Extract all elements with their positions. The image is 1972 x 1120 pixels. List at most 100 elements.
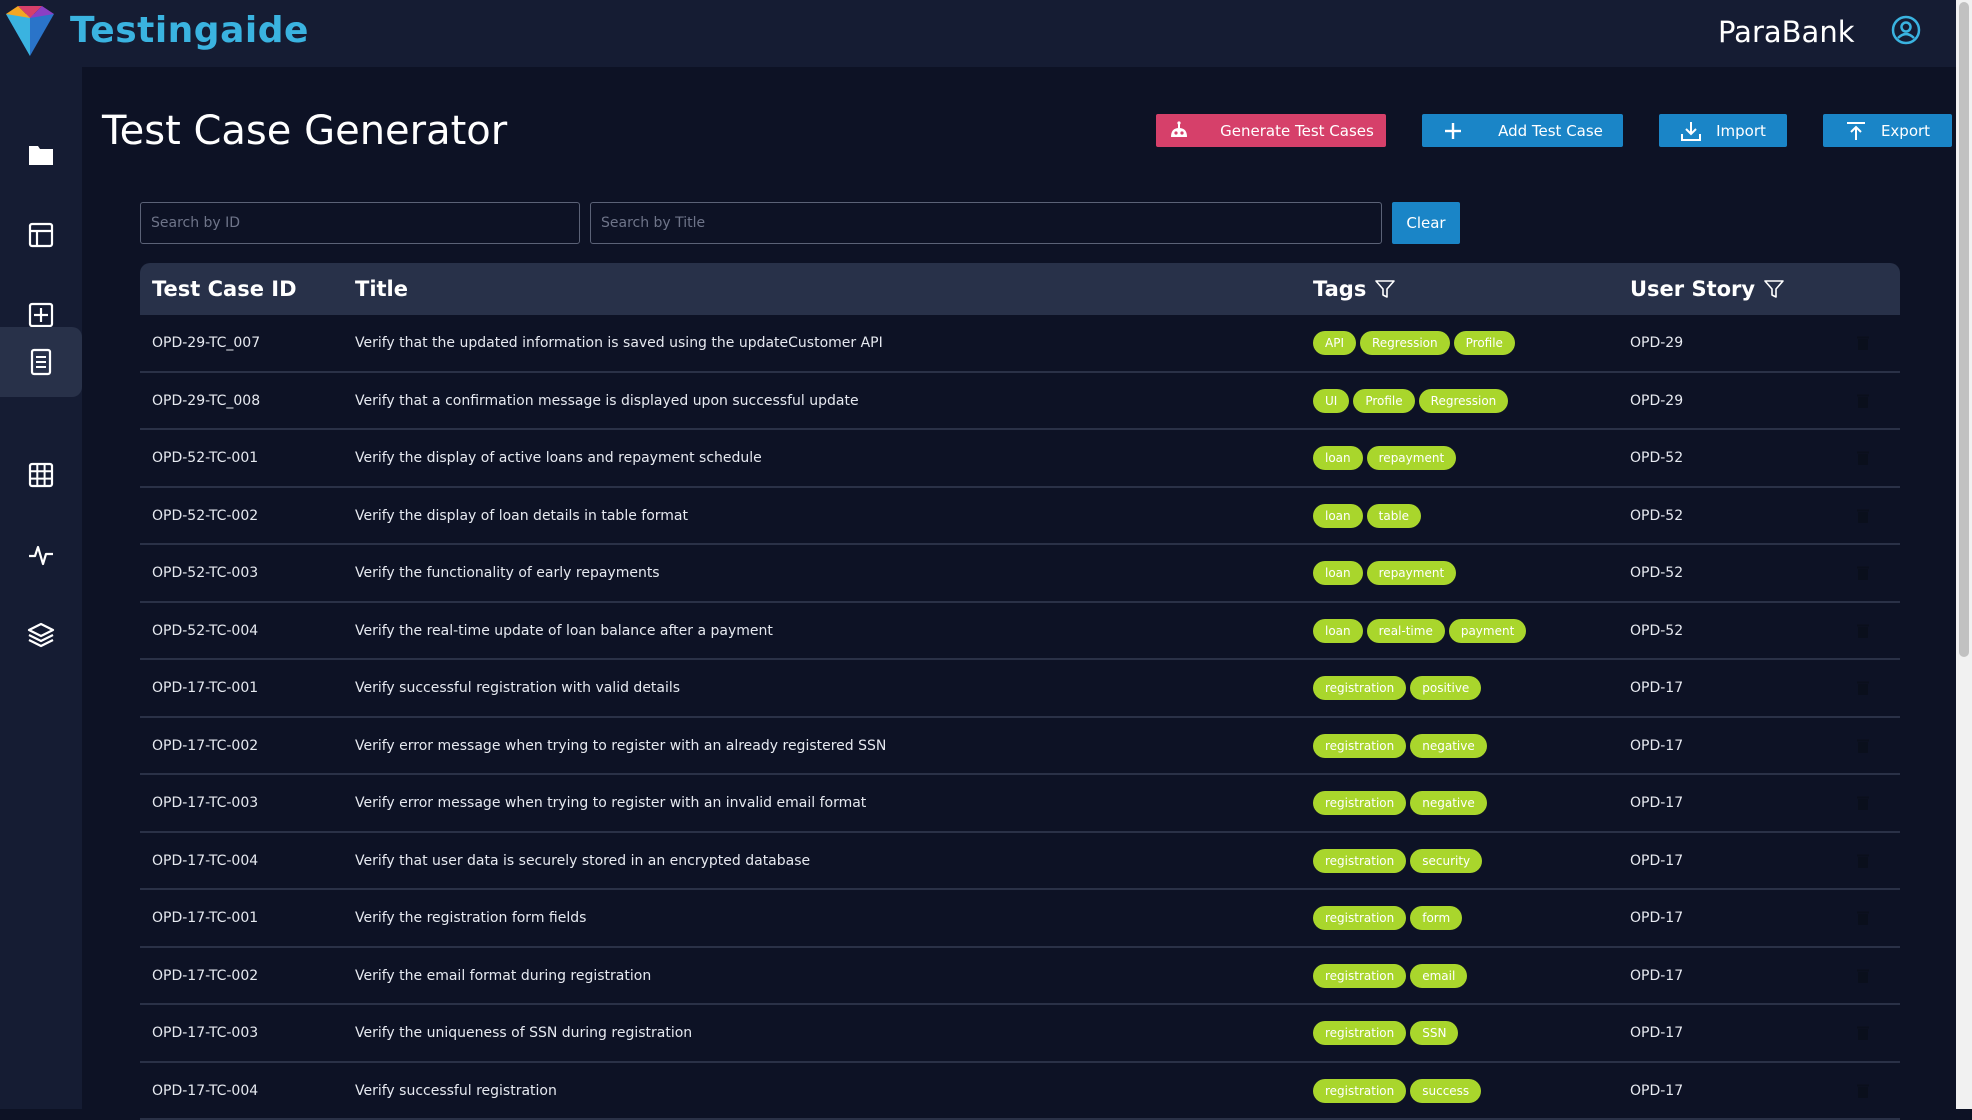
table-row[interactable]: OPD-29-TC_007Verify that the updated inf… [140, 315, 1900, 373]
table-row[interactable]: OPD-17-TC-004 Verify successful registrat… [140, 1063, 1900, 1120]
test-case-id-cell: OPD-29-TC_007 [152, 315, 260, 371]
tag-badge: registration [1313, 906, 1406, 930]
delete-cell [1856, 775, 1870, 831]
tag-badge: registration [1313, 1079, 1406, 1103]
user-circle-icon[interactable] [1890, 14, 1922, 46]
test-case-title-cell: Verify the uniqueness of SSN during regi… [355, 1005, 692, 1061]
tags-cell: registrationSSN [1313, 1005, 1462, 1061]
trash-icon[interactable] [1856, 968, 1870, 984]
table-row[interactable]: OPD-17-TC-001Verify the registration for… [140, 890, 1900, 948]
filter-icon[interactable] [1763, 278, 1785, 300]
delete-cell [1856, 430, 1870, 486]
delete-cell [1856, 1005, 1870, 1061]
sidebar-item-grid[interactable] [0, 440, 82, 510]
sidebar-item-activity[interactable] [0, 520, 82, 590]
test-case-title-cell: Verify the email format during registrat… [355, 948, 651, 1004]
test-case-id-cell: OPD-17-TC-002 [152, 718, 258, 774]
search-by-id-input[interactable] [140, 202, 580, 244]
delete-cell [1856, 545, 1870, 601]
add-test-case-button[interactable]: Add Test Case [1422, 114, 1623, 147]
test-case-title-cell: Verify the functionality of early repaym… [355, 545, 660, 601]
table-row[interactable]: OPD-52-TC-001Verify the display of activ… [140, 430, 1900, 488]
tag-badge: loan [1313, 446, 1363, 470]
robot-icon [1168, 120, 1190, 142]
table-row[interactable]: OPD-17-TC-003Verify error message when t… [140, 775, 1900, 833]
delete-cell [1856, 718, 1870, 774]
user-story-cell: OPD-29 [1630, 373, 1683, 429]
tag-badge: API [1313, 331, 1356, 355]
table-row[interactable]: OPD-17-TC-003Verify the uniqueness of SS… [140, 1005, 1900, 1063]
scroll-thumb[interactable] [1959, 2, 1969, 657]
tag-badge: success [1410, 1079, 1481, 1103]
tag-badge: registration [1313, 676, 1406, 700]
trash-icon[interactable] [1856, 335, 1870, 351]
search-by-title-input[interactable] [590, 202, 1382, 244]
tag-badge: SSN [1410, 1021, 1458, 1045]
test-case-title-cell: Verify that user data is securely stored… [355, 833, 810, 889]
table-row[interactable]: OPD-52-TC-003Verify the functionality of… [140, 545, 1900, 603]
trash-icon[interactable] [1856, 450, 1870, 466]
test-case-title-cell: Verify error message when trying to regi… [355, 718, 886, 774]
table-row[interactable]: OPD-17-TC-002Verify the email format dur… [140, 948, 1900, 1006]
upload-icon [1845, 120, 1867, 142]
trash-icon[interactable] [1856, 910, 1870, 926]
trash-icon[interactable] [1856, 565, 1870, 581]
user-story-cell: OPD-17 [1630, 660, 1683, 716]
page-scrollbar[interactable] [1956, 0, 1972, 1109]
table-row[interactable]: OPD-52-TC-004Verify the real-time update… [140, 603, 1900, 661]
sidebar-item-layout[interactable] [0, 200, 82, 270]
tag-badge: registration [1313, 964, 1406, 988]
trash-icon[interactable] [1856, 393, 1870, 409]
tags-cell: loanreal-timepayment [1313, 603, 1530, 659]
import-button[interactable]: Import [1659, 114, 1787, 147]
activity-icon [26, 540, 56, 570]
trash-icon[interactable] [1856, 738, 1870, 754]
sidebar-item-layers[interactable] [0, 600, 82, 670]
tag-badge: registration [1313, 1021, 1406, 1045]
trash-icon[interactable] [1856, 508, 1870, 524]
test-case-title-cell: Verify successful registration [355, 1063, 557, 1119]
sidebar-item-test-cases[interactable] [0, 327, 82, 397]
sidebar-item-projects[interactable] [0, 120, 82, 190]
import-label: Import [1716, 122, 1766, 140]
table-row[interactable]: OPD-52-TC-002Verify the display of loan … [140, 488, 1900, 546]
table-row[interactable]: OPD-17-TC-002 Verify error message when t… [140, 718, 1900, 776]
header-tags: Tags [1313, 277, 1396, 301]
tag-badge: registration [1313, 734, 1406, 758]
clear-button[interactable]: Clear [1392, 202, 1460, 244]
user-story-cell: OPD-52 [1630, 430, 1683, 486]
trash-icon[interactable] [1856, 1025, 1870, 1041]
filter-icon[interactable] [1374, 278, 1396, 300]
tag-badge: repayment [1367, 561, 1457, 585]
tags-cell: registrationnegative [1313, 718, 1491, 774]
tags-cell: registrationemail [1313, 948, 1471, 1004]
table-row[interactable]: OPD-17-TC-001Verify successful registrat… [140, 660, 1900, 718]
tag-badge: repayment [1367, 446, 1457, 470]
export-button[interactable]: Export [1823, 114, 1952, 147]
trash-icon[interactable] [1856, 680, 1870, 696]
generate-test-cases-button[interactable]: Generate Test Cases [1156, 114, 1386, 147]
tags-cell: registrationform [1313, 890, 1466, 946]
plus-icon [1442, 120, 1464, 142]
delete-cell [1856, 660, 1870, 716]
tag-badge: real-time [1367, 619, 1445, 643]
grid-icon [26, 460, 56, 490]
trash-icon[interactable] [1856, 795, 1870, 811]
user-story-cell: OPD-17 [1630, 1063, 1683, 1119]
test-case-id-cell: OPD-29-TC_008 [152, 373, 260, 429]
test-case-title-cell: Verify that a confirmation message is di… [355, 373, 859, 429]
tag-badge: Profile [1353, 389, 1414, 413]
trash-icon[interactable] [1856, 853, 1870, 869]
tags-cell: registrationpositive [1313, 660, 1485, 716]
table-row[interactable]: OPD-17-TC-004Verify that user data is se… [140, 833, 1900, 891]
test-case-id-cell: OPD-17-TC-004 [152, 1063, 258, 1119]
table-row[interactable]: OPD-29-TC_008 Verify that a confirmation … [140, 373, 1900, 431]
test-case-table: Test Case ID Title Tags User Story OPD-2… [140, 263, 1900, 1120]
test-case-id-cell: OPD-52-TC-004 [152, 603, 258, 659]
trash-icon[interactable] [1856, 623, 1870, 639]
plus-square-icon [26, 300, 56, 330]
tags-cell: loanrepayment [1313, 430, 1460, 486]
test-case-id-cell: OPD-52-TC-001 [152, 430, 258, 486]
trash-icon[interactable] [1856, 1083, 1870, 1099]
table-header: Test Case ID Title Tags User Story [140, 263, 1900, 315]
